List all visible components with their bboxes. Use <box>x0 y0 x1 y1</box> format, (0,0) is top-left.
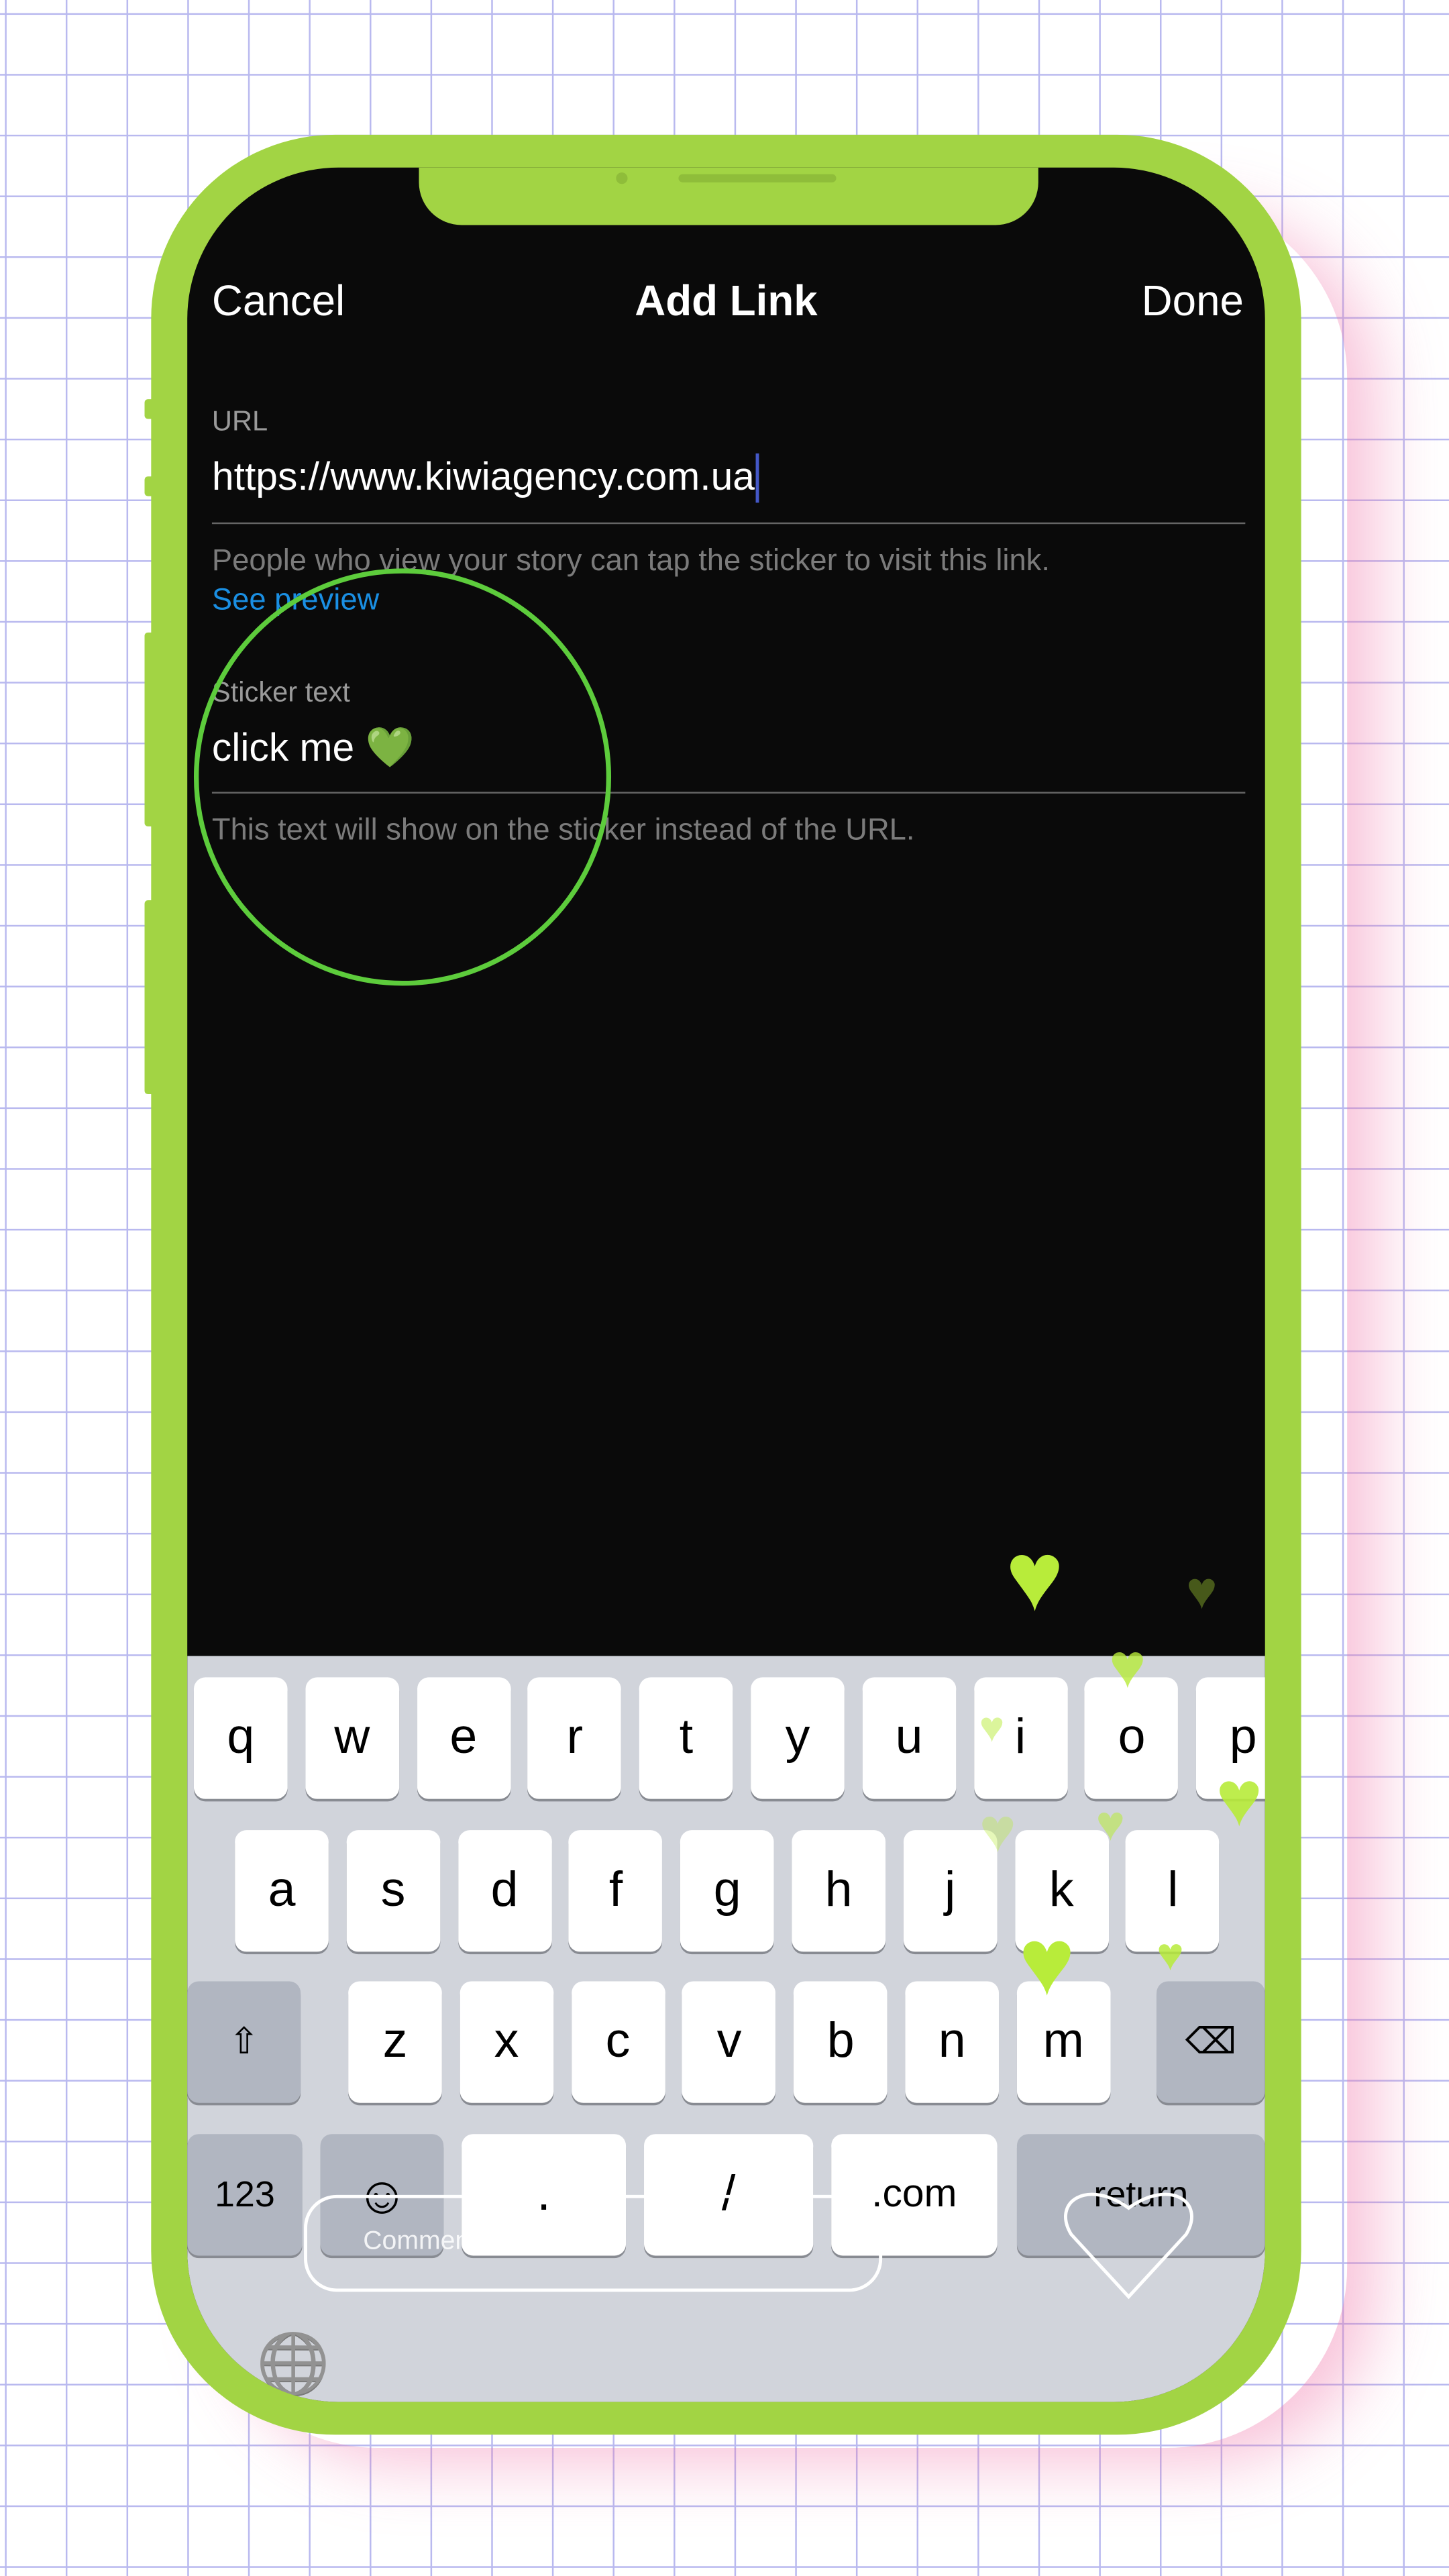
key-w[interactable]: w <box>305 1677 399 1799</box>
key-x[interactable]: x <box>460 1981 553 2103</box>
comment-placeholder: Comments <box>363 2227 490 2256</box>
comment-input[interactable]: Comments ••• <box>304 2194 883 2292</box>
key-j-label: j <box>945 1863 956 1917</box>
key-s-label: s <box>380 1863 406 1917</box>
key-e-label: e <box>449 1710 478 1765</box>
speaker-icon <box>678 174 837 182</box>
key-t-label: t <box>679 1710 694 1765</box>
key-g-label: g <box>713 1863 741 1917</box>
key-y[interactable]: y <box>751 1677 845 1799</box>
key-w-label: w <box>334 1710 370 1765</box>
dotcom-key-label: .com <box>871 2171 957 2216</box>
key-z-label: z <box>382 2014 408 2069</box>
floating-heart-icon: ♥ <box>1005 1521 1065 1631</box>
key-c-label: c <box>605 2014 631 2069</box>
key-m-label: m <box>1042 2014 1084 2069</box>
numbers-key-label: 123 <box>214 2174 275 2215</box>
url-input[interactable]: https://www.kiwiagency.com.ua <box>211 453 760 503</box>
key-q-label: q <box>227 1710 255 1765</box>
page-title: Add Link <box>635 276 818 325</box>
floating-heart-icon: ♥ <box>1186 1560 1218 1620</box>
floating-heart-icon: ♥ <box>1018 1909 1075 2016</box>
floating-heart-icon: ♥ <box>979 1797 1016 1867</box>
url-value: https://www.kiwiagency.com.ua <box>211 455 755 500</box>
text-cursor <box>756 453 760 503</box>
key-l-label: l <box>1167 1863 1179 1917</box>
key-o-label: o <box>1118 1710 1146 1765</box>
key-i-label: i <box>1014 1710 1026 1765</box>
done-button[interactable]: Done <box>1142 276 1244 327</box>
key-a-label: a <box>268 1863 296 1917</box>
url-label: URL <box>211 405 268 437</box>
key-b[interactable]: b <box>794 1981 888 2103</box>
key-r[interactable]: r <box>528 1677 622 1799</box>
key-v-label: v <box>716 2014 742 2069</box>
url-hint: People who view your story can tap the s… <box>211 542 1050 577</box>
key-u-label: u <box>895 1710 923 1765</box>
key-r-label: r <box>566 1710 584 1765</box>
key-y-label: y <box>785 1710 810 1765</box>
key-a[interactable]: a <box>235 1830 329 1952</box>
camera-icon <box>616 172 628 184</box>
key-d-label: d <box>490 1863 519 1917</box>
key-f[interactable]: f <box>569 1830 663 1952</box>
divider <box>211 522 1246 525</box>
numbers-key[interactable]: 123 <box>187 2134 303 2256</box>
shift-key[interactable]: ⇧ <box>187 1981 301 2103</box>
delete-key[interactable]: ⌫ <box>1157 1981 1265 2103</box>
key-c[interactable]: c <box>571 1981 665 2103</box>
key-u[interactable]: u <box>862 1677 956 1799</box>
key-b-label: b <box>826 2014 855 2069</box>
floating-heart-icon: ♥ <box>1216 1756 1263 1843</box>
key-h[interactable]: h <box>792 1830 886 1952</box>
floating-heart-icon: ♥ <box>1109 1633 1146 1703</box>
key-f-label: f <box>608 1863 623 1917</box>
notch <box>419 167 1038 225</box>
floating-heart-icon: ♥ <box>1157 1929 1184 1980</box>
phone-screen: Cancel Add Link Done URL https://www.kiw… <box>187 167 1265 2402</box>
key-s[interactable]: s <box>346 1830 440 1952</box>
key-t[interactable]: t <box>639 1677 733 1799</box>
shift-key-label: ⇧ <box>229 2021 260 2062</box>
cancel-button[interactable]: Cancel <box>212 276 345 327</box>
key-q[interactable]: q <box>193 1677 288 1799</box>
floating-heart-icon: ♥ <box>979 1702 1005 1752</box>
key-e[interactable]: e <box>417 1677 511 1799</box>
key-g[interactable]: g <box>680 1830 774 1952</box>
like-heart-icon[interactable] <box>1061 2185 1196 2303</box>
floating-heart-icon: ♥ <box>1095 1797 1126 1852</box>
key-d[interactable]: d <box>458 1830 551 1952</box>
highlight-circle <box>193 568 612 986</box>
globe-icon[interactable]: 🌐 <box>256 2330 330 2399</box>
key-n[interactable]: n <box>905 1981 999 2103</box>
key-n-label: n <box>938 2014 966 2069</box>
delete-key-label: ⌫ <box>1185 2021 1236 2062</box>
key-z[interactable]: z <box>348 1981 442 2103</box>
key-x-label: x <box>494 2014 519 2069</box>
canvas: Cancel Add Link Done URL https://www.kiw… <box>0 0 1449 2576</box>
more-dots-icon: ••• <box>767 2237 795 2256</box>
key-v[interactable]: v <box>682 1981 776 2103</box>
key-h-label: h <box>824 1863 853 1917</box>
